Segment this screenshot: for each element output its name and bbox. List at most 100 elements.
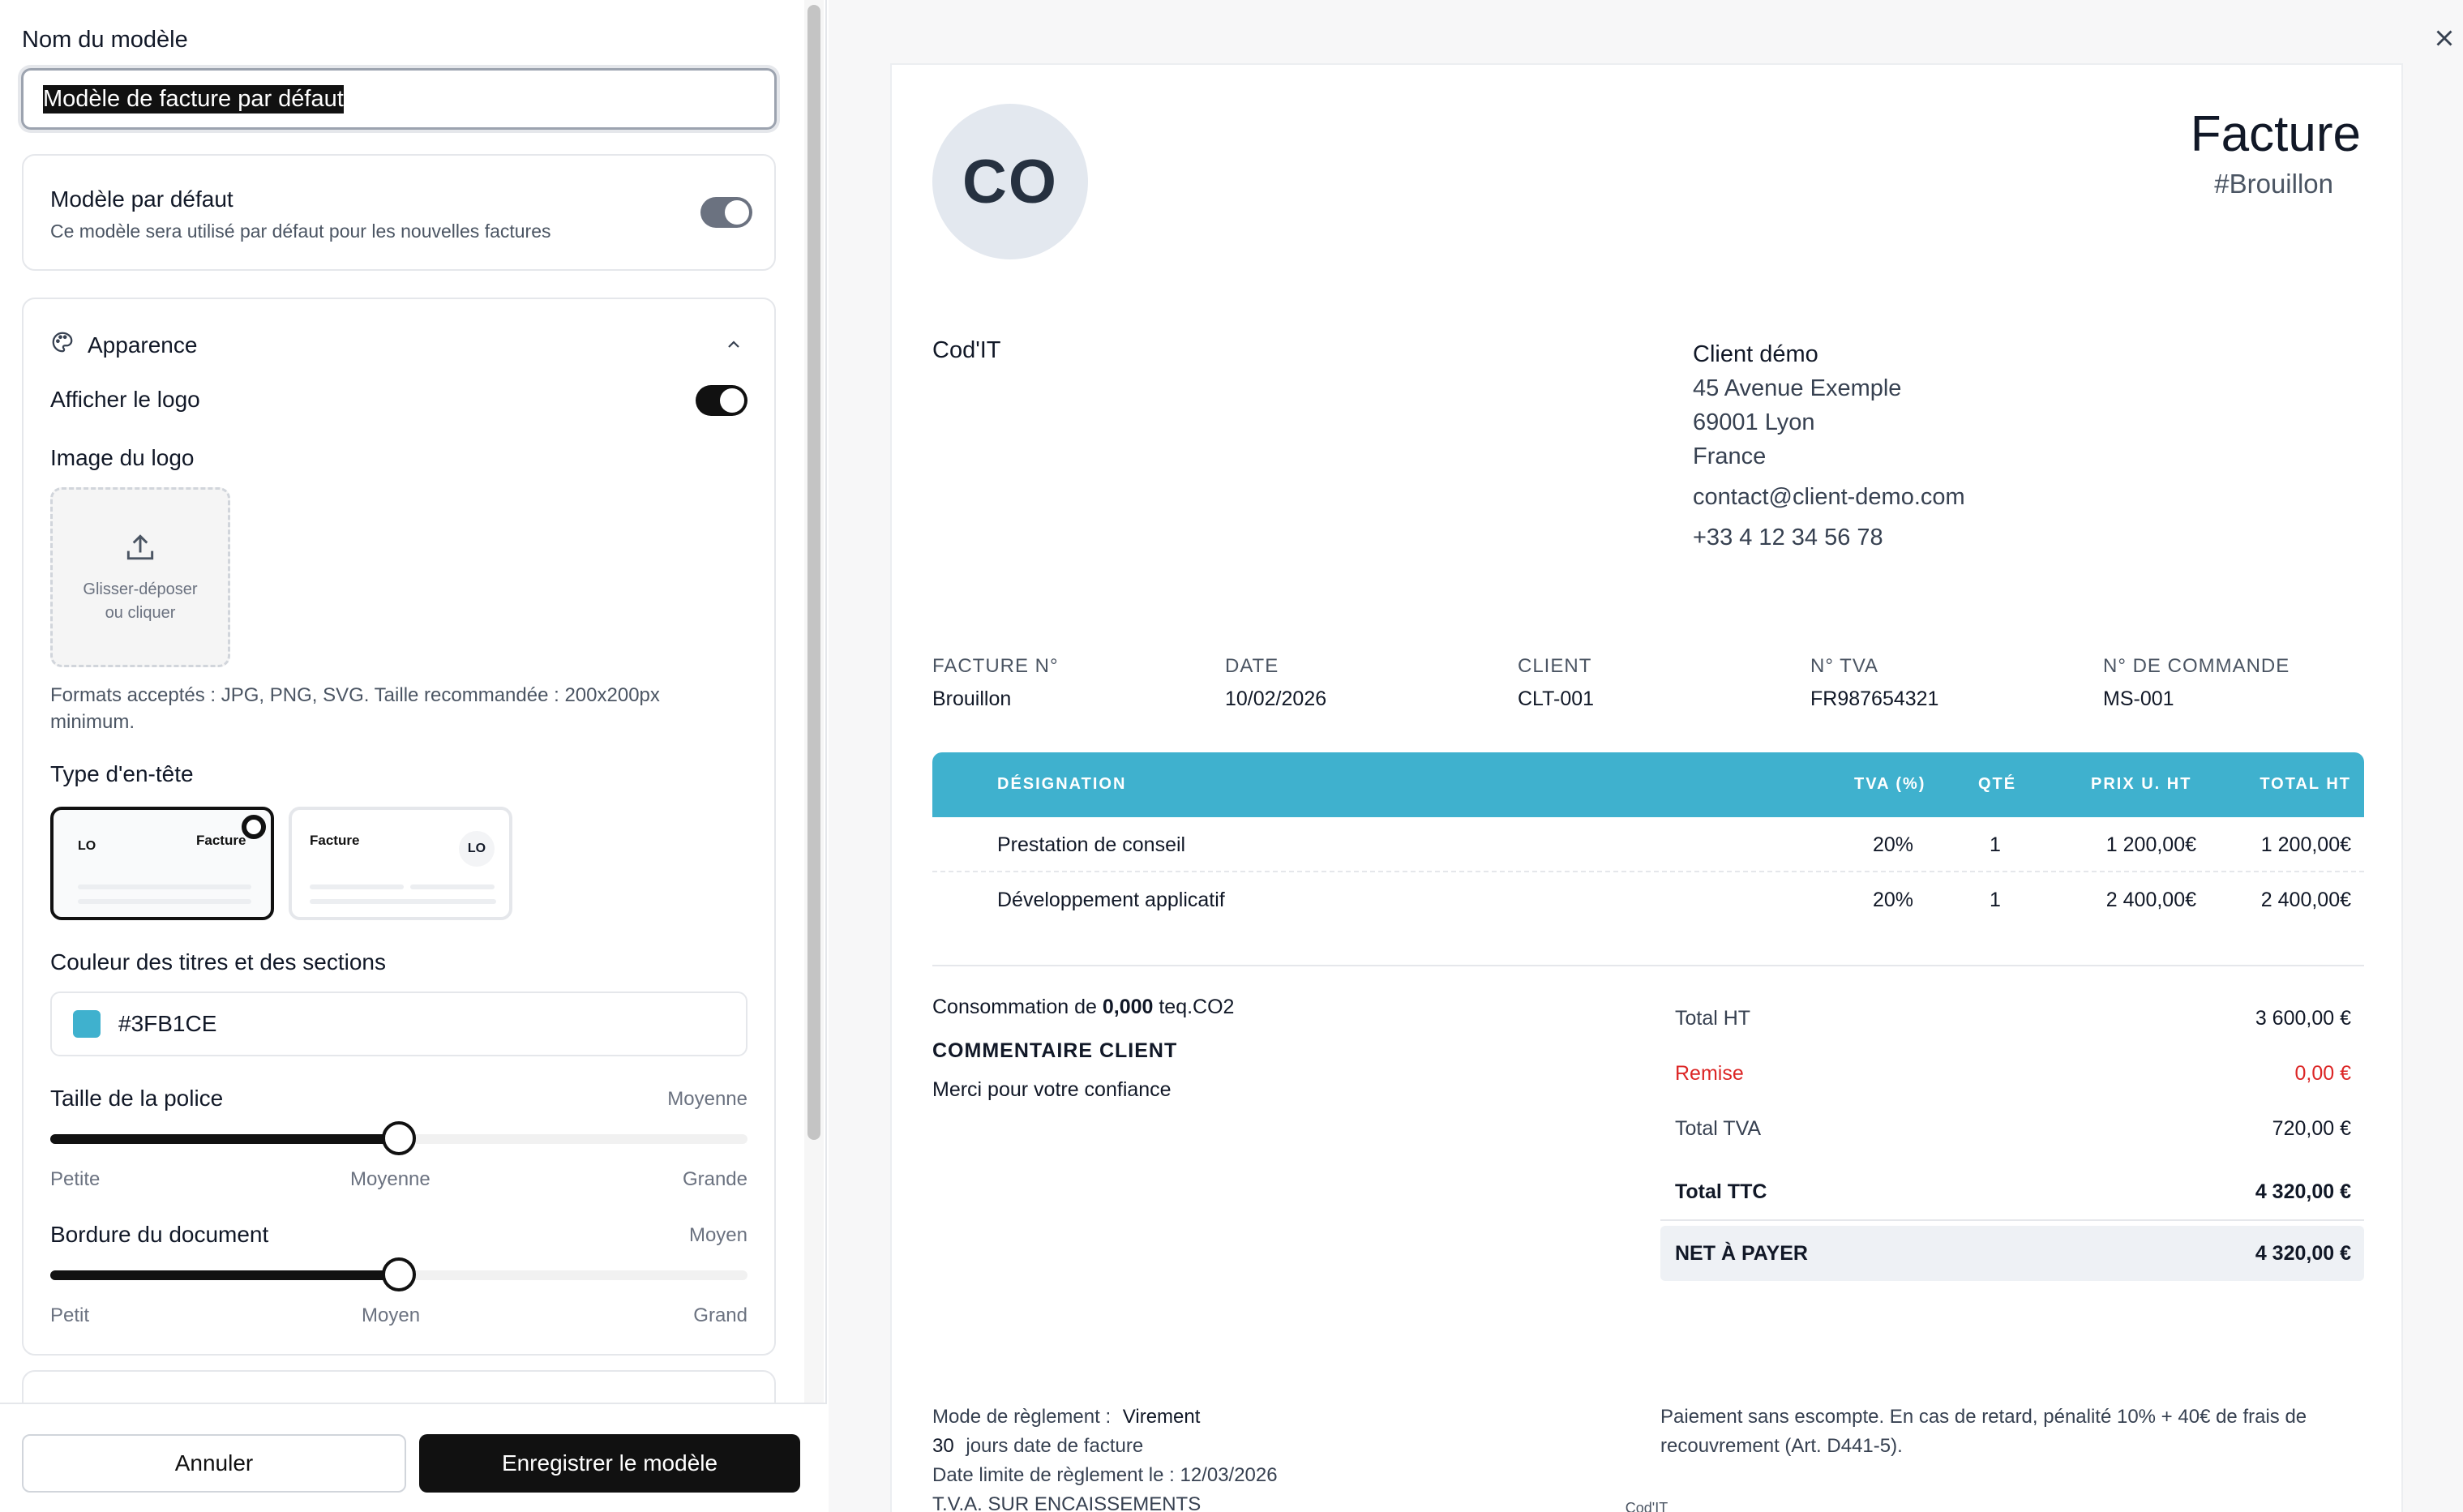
col-qty: QTÉ — [1978, 775, 2017, 793]
cancel-button[interactable]: Annuler — [22, 1434, 406, 1493]
placeholder-line — [410, 884, 495, 889]
font-size-tick-large: Grande — [682, 1168, 747, 1190]
meta-key: CLIENT — [1518, 655, 1592, 677]
total-ht-row: Total HT 3 600,00 € — [1660, 991, 2364, 1046]
close-icon[interactable] — [2431, 24, 2458, 56]
total-ht-label: Total HT — [1675, 1007, 1751, 1030]
next-section-card[interactable] — [22, 1370, 776, 1403]
meta-order-number: N° DE COMMANDE MS-001 — [2103, 655, 2290, 711]
cell-total: 1 200,00€ — [2260, 833, 2351, 856]
meta-invoice-number: FACTURE N° Brouillon — [932, 655, 1059, 711]
title-color-value: #3FB1CE — [118, 1011, 217, 1036]
payment-due-value: 12/03/2026 — [1180, 1464, 1278, 1486]
invoice-document: CO Facture #Brouillon Cod'IT Client démo… — [890, 63, 2403, 1512]
net-to-pay-value: 4 320,00 € — [2255, 1242, 2351, 1265]
meta-vat-number: N° TVA FR987654321 — [1810, 655, 1938, 711]
meta-key: FACTURE N° — [932, 655, 1059, 677]
cell-qty: 1 — [1990, 889, 2001, 911]
default-template-card: Modèle par défaut Ce modèle sera utilisé… — [22, 154, 776, 271]
table-row: Développement applicatif 20% 1 2 400,00€… — [932, 872, 2364, 927]
meta-value: FR987654321 — [1810, 687, 1939, 710]
total-ttc-row: Total TTC 4 320,00 € — [1660, 1164, 2364, 1219]
total-tva-row: Total TVA 720,00 € — [1660, 1101, 2364, 1156]
consumption-value: 0,000 — [1102, 996, 1154, 1018]
total-tva-value: 720,00 € — [2272, 1117, 2351, 1140]
placeholder-line — [78, 899, 251, 904]
border-slider[interactable] — [50, 1257, 747, 1291]
payment-mode-value: Virement — [1122, 1406, 1201, 1428]
appearance-section: Apparence Afficher le logo Image du logo… — [22, 298, 776, 1356]
template-name-value: Modèle de facture par défaut — [43, 84, 344, 114]
sender-name: Cod'IT — [932, 337, 1001, 363]
payment-terms: Paiement sans escompte. En cas de retard… — [1660, 1406, 2307, 1457]
client-address-2: 69001 Lyon — [1693, 409, 1815, 435]
meta-client: CLIENT CLT-001 — [1518, 655, 1594, 711]
totals-divider — [1660, 1219, 2364, 1221]
payment-details: Mode de règlement : Virement 30 jours da… — [932, 1403, 1278, 1512]
show-logo-label: Afficher le logo — [50, 387, 200, 412]
placeholder-line — [310, 884, 404, 889]
total-ttc-label: Total TTC — [1675, 1180, 1767, 1203]
consumption-prefix: Consommation de — [932, 996, 1097, 1018]
payment-due-label: Date limite de règlement le : — [932, 1464, 1175, 1486]
meta-date: DATE 10/02/2026 — [1225, 655, 1326, 711]
default-template-toggle[interactable] — [700, 197, 752, 228]
selected-radio-icon — [242, 815, 266, 839]
header-type-option-logo-left[interactable]: LO Facture — [50, 807, 274, 920]
cell-unit-price: 2 400,00€ — [2105, 889, 2196, 911]
template-name-input[interactable]: Modèle de facture par défaut — [21, 68, 777, 130]
consumption-line: Consommation de 0,000 teq.CO2 — [932, 996, 1234, 1019]
border-value: Moyen — [688, 1224, 747, 1246]
title-color-input[interactable]: #3FB1CE — [50, 992, 747, 1056]
discount-value: 0,00 € — [2294, 1062, 2351, 1085]
invoice-number: #Brouillon — [2214, 169, 2333, 199]
slider-thumb[interactable] — [382, 1257, 416, 1291]
meta-key: DATE — [1225, 655, 1279, 677]
editor-scrollbar[interactable] — [804, 0, 824, 1403]
document-footer: Cod'IT — [1625, 1500, 1668, 1512]
client-email: contact@client-demo.com — [1693, 484, 1965, 510]
dropzone-line-1: Glisser-déposer — [83, 580, 198, 598]
client-address-1: 45 Avenue Exemple — [1693, 375, 1902, 401]
items-table-header: DÉSIGNATION TVA (%) QTÉ PRIX U. HT TOTAL… — [932, 752, 2364, 817]
net-to-pay-label: NET À PAYER — [1675, 1242, 1808, 1265]
scrollbar-thumb[interactable] — [807, 5, 820, 1140]
header-option-logo-circle: LO — [459, 831, 495, 867]
font-size-slider[interactable] — [50, 1121, 747, 1155]
logo-dropzone[interactable]: Glisser-déposer ou cliquer — [50, 487, 230, 667]
slider-fill — [50, 1270, 399, 1280]
color-swatch[interactable] — [73, 1010, 101, 1038]
company-logo: CO — [932, 104, 1088, 259]
header-type-label: Type d'en-tête — [50, 761, 194, 786]
slider-fill — [50, 1134, 399, 1144]
client-country: France — [1693, 443, 1767, 469]
appearance-header[interactable]: Apparence — [50, 330, 197, 360]
border-tick-large: Grand — [693, 1304, 747, 1326]
header-option-logo-text: LO — [467, 842, 486, 855]
template-editor-panel: Nom du modèle Modèle de facture par défa… — [0, 0, 827, 1512]
cell-vat: 20% — [1873, 889, 1914, 911]
border-tick-small: Petit — [50, 1304, 90, 1326]
col-designation: DÉSIGNATION — [997, 775, 1127, 793]
border-label: Bordure du document — [50, 1222, 269, 1247]
editor-footer: Annuler Enregistrer le modèle — [0, 1403, 827, 1512]
meta-key: N° DE COMMANDE — [2103, 655, 2290, 677]
chevron-up-icon[interactable] — [724, 335, 743, 358]
payment-days-value: 30 — [932, 1435, 954, 1457]
editor-scroll-area: Nom du modèle Modèle de facture par défa… — [0, 0, 803, 1403]
show-logo-toggle[interactable] — [696, 385, 747, 416]
invoice-preview-pane: CO Facture #Brouillon Cod'IT Client démo… — [829, 0, 2463, 1512]
title-color-label: Couleur des titres et des sections — [50, 949, 386, 974]
save-template-button[interactable]: Enregistrer le modèle — [419, 1434, 800, 1493]
invoice-title: Facture — [2190, 106, 2361, 162]
comment-title: COMMENTAIRE CLIENT — [932, 1039, 1178, 1062]
logo-image-label: Image du logo — [50, 445, 195, 470]
total-tva-label: Total TVA — [1675, 1117, 1762, 1140]
logo-formats-hint: Formats acceptés : JPG, PNG, SVG. Taille… — [50, 684, 660, 733]
discount-label: Remise — [1675, 1062, 1744, 1085]
table-row: Prestation de conseil 20% 1 1 200,00€ 1 … — [932, 817, 2364, 872]
header-type-option-logo-right[interactable]: Facture LO — [289, 807, 512, 920]
toggle-knob — [720, 388, 744, 413]
meta-value: MS-001 — [2103, 687, 2174, 710]
slider-thumb[interactable] — [382, 1121, 416, 1155]
